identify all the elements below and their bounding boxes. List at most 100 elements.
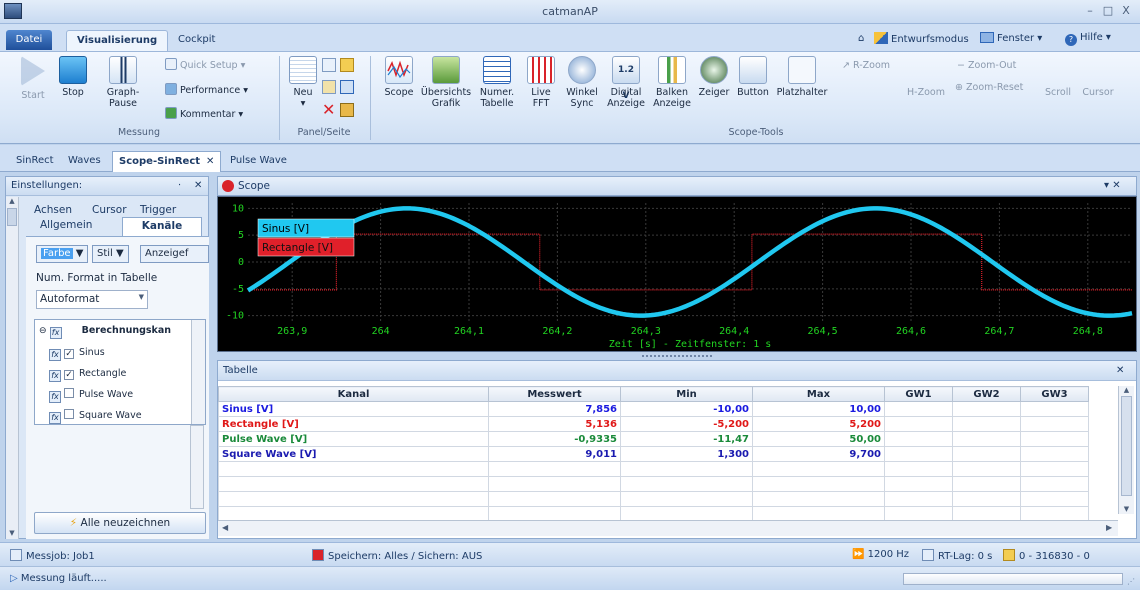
r-zoom-button[interactable]: ↗ R-Zoom	[842, 60, 890, 71]
messjob-status[interactable]: Messjob: Job1	[10, 549, 95, 562]
channel-checkbox-pulse-wave[interactable]	[64, 388, 74, 398]
table-cell[interactable]	[884, 491, 953, 507]
zoom-out-button[interactable]: − Zoom-Out	[957, 60, 1016, 71]
table-cell[interactable]: -10,00	[620, 401, 753, 417]
table-cell[interactable]	[488, 476, 621, 492]
placeholder-button[interactable]: Platzhalter	[774, 56, 830, 98]
table-close-icon[interactable]: ✕	[1116, 365, 1124, 376]
close-icon[interactable]: X	[1118, 4, 1134, 18]
table-cell[interactable]: -11,47	[620, 431, 753, 447]
tab-datei[interactable]: Datei	[6, 30, 52, 50]
scroll-up-icon[interactable]: ▲	[1119, 386, 1134, 394]
redraw-all-button[interactable]: ⚡ Alle neuzeichnen	[34, 512, 206, 534]
scroll-thumb[interactable]	[1121, 396, 1132, 496]
table-cell[interactable]: 1,300	[620, 446, 753, 462]
table-vscrollbar[interactable]: ▲ ▼	[1118, 386, 1134, 514]
table-cell[interactable]	[884, 431, 953, 447]
list-scrollbar[interactable]	[191, 320, 205, 424]
column-header[interactable]: Messwert	[488, 386, 621, 402]
table-cell[interactable]	[952, 401, 1021, 417]
table-cell[interactable]	[218, 491, 489, 507]
zoom-reset-button[interactable]: ⊕ Zoom-Reset	[955, 82, 1023, 93]
channel-row-square-wave[interactable]: fx Square Wave	[49, 405, 142, 426]
settings-tab-cursor[interactable]: Cursor	[92, 204, 127, 216]
table-cell[interactable]	[620, 491, 753, 507]
table-cell[interactable]	[884, 446, 953, 462]
table-cell[interactable]: Sinus [V]	[218, 401, 489, 417]
table-cell[interactable]	[1020, 401, 1089, 417]
channel-checkbox-square-wave[interactable]	[64, 409, 74, 419]
table-cell[interactable]	[952, 416, 1021, 432]
column-header[interactable]: Min	[620, 386, 753, 402]
column-header[interactable]: GW1	[884, 386, 953, 402]
table-cell[interactable]	[1020, 476, 1089, 492]
scope-menu-icon[interactable]: ▾ ✕	[1104, 180, 1121, 191]
channel-row-rectangle[interactable]: fx ✓ Rectangle	[49, 363, 126, 384]
table-cell[interactable]	[620, 461, 753, 477]
save-status[interactable]: Speichern: Alles / Sichern: AUS	[312, 549, 482, 562]
table-cell[interactable]	[952, 431, 1021, 447]
table-cell[interactable]	[884, 461, 953, 477]
settings-scrollbar[interactable]: ▲ ▼	[6, 197, 19, 539]
quick-setup-button[interactable]: Quick Setup ▾	[165, 58, 245, 71]
live-fft-button[interactable]: Live FFT	[525, 56, 557, 109]
scroll-button[interactable]: Scroll	[1040, 56, 1076, 98]
num-format-select[interactable]: Autoformat ▼	[36, 290, 148, 309]
tab-cockpit[interactable]: Cockpit	[168, 30, 225, 51]
channel-checkbox-rectangle[interactable]: ✓	[64, 370, 74, 380]
table-cell[interactable]: 5,136	[488, 416, 621, 432]
table-cell[interactable]: 9,700	[752, 446, 885, 462]
table-cell[interactable]: -0,9335	[488, 431, 621, 447]
h-zoom-button[interactable]: H-Zoom	[905, 56, 947, 98]
column-header[interactable]: GW2	[952, 386, 1021, 402]
settings-tab-achsen[interactable]: Achsen	[34, 204, 72, 216]
scroll-down-icon[interactable]: ▼	[6, 529, 18, 537]
table-cell[interactable]	[884, 401, 953, 417]
table-cell[interactable]: 9,011	[488, 446, 621, 462]
settings-close-icon[interactable]: ✕	[194, 180, 202, 191]
doc-tab-pulse-wave[interactable]: Pulse Wave	[224, 151, 293, 172]
table-cell[interactable]	[952, 491, 1021, 507]
page-icon[interactable]	[340, 80, 354, 94]
table-cell[interactable]: 7,856	[488, 401, 621, 417]
collapse-ribbon-icon[interactable]: ⌂	[858, 33, 864, 44]
splitter-grip[interactable]	[642, 355, 712, 357]
color-dropdown[interactable]: Farbe ▼	[36, 245, 89, 263]
scroll-down-icon[interactable]: ▼	[1119, 505, 1134, 513]
table-cell[interactable]	[1020, 431, 1089, 447]
table-row[interactable]: Square Wave [V] 9,011 1,300 9,700	[218, 446, 1089, 462]
style-dropdown[interactable]: Stil ▼	[92, 245, 129, 263]
doc-tab-waves[interactable]: Waves	[62, 151, 107, 172]
bar-display-button[interactable]: Balken Anzeige	[652, 56, 692, 109]
new-panel-button[interactable]: Neu ▾	[286, 56, 320, 109]
pin-icon[interactable]: ⋅	[178, 180, 181, 191]
graph-pause-button[interactable]: Graph-Pause	[94, 56, 152, 109]
table-cell[interactable]: Rectangle [V]	[218, 416, 489, 432]
maximize-icon[interactable]: □	[1100, 4, 1116, 18]
settings-tab-kanaele[interactable]: Kanäle	[122, 217, 202, 236]
table-row[interactable]: Sinus [V] 7,856 -10,00 10,00	[218, 401, 1089, 417]
settings-inner-scrollbar[interactable]	[190, 425, 204, 509]
numeric-table-button[interactable]: Numer. Tabelle	[477, 56, 517, 109]
table-cell[interactable]: 10,00	[752, 401, 885, 417]
table-row[interactable]	[218, 461, 1089, 477]
table-row[interactable]	[218, 491, 1089, 507]
window-menu-button[interactable]: Fenster ▾	[980, 32, 1042, 44]
table-cell[interactable]	[752, 461, 885, 477]
table-cell[interactable]	[620, 476, 753, 492]
channel-row-sinus[interactable]: fx ✓ Sinus	[49, 342, 105, 363]
table-cell[interactable]	[952, 461, 1021, 477]
scroll-up-icon[interactable]: ▲	[6, 197, 18, 205]
table-cell[interactable]	[1020, 416, 1089, 432]
table-cell[interactable]: 50,00	[752, 431, 885, 447]
table-cell[interactable]: 5,200	[752, 416, 885, 432]
angle-sync-button[interactable]: Winkel Sync	[563, 56, 601, 109]
table-cell[interactable]	[218, 461, 489, 477]
table-cell[interactable]	[884, 476, 953, 492]
settings-tab-trigger[interactable]: Trigger	[140, 204, 176, 216]
table-cell[interactable]: -5,200	[620, 416, 753, 432]
table-cell[interactable]	[884, 416, 953, 432]
table-cell[interactable]	[1020, 491, 1089, 507]
scroll-right-icon[interactable]: ▶	[1106, 523, 1112, 532]
pointer-button[interactable]: Zeiger	[698, 56, 730, 98]
